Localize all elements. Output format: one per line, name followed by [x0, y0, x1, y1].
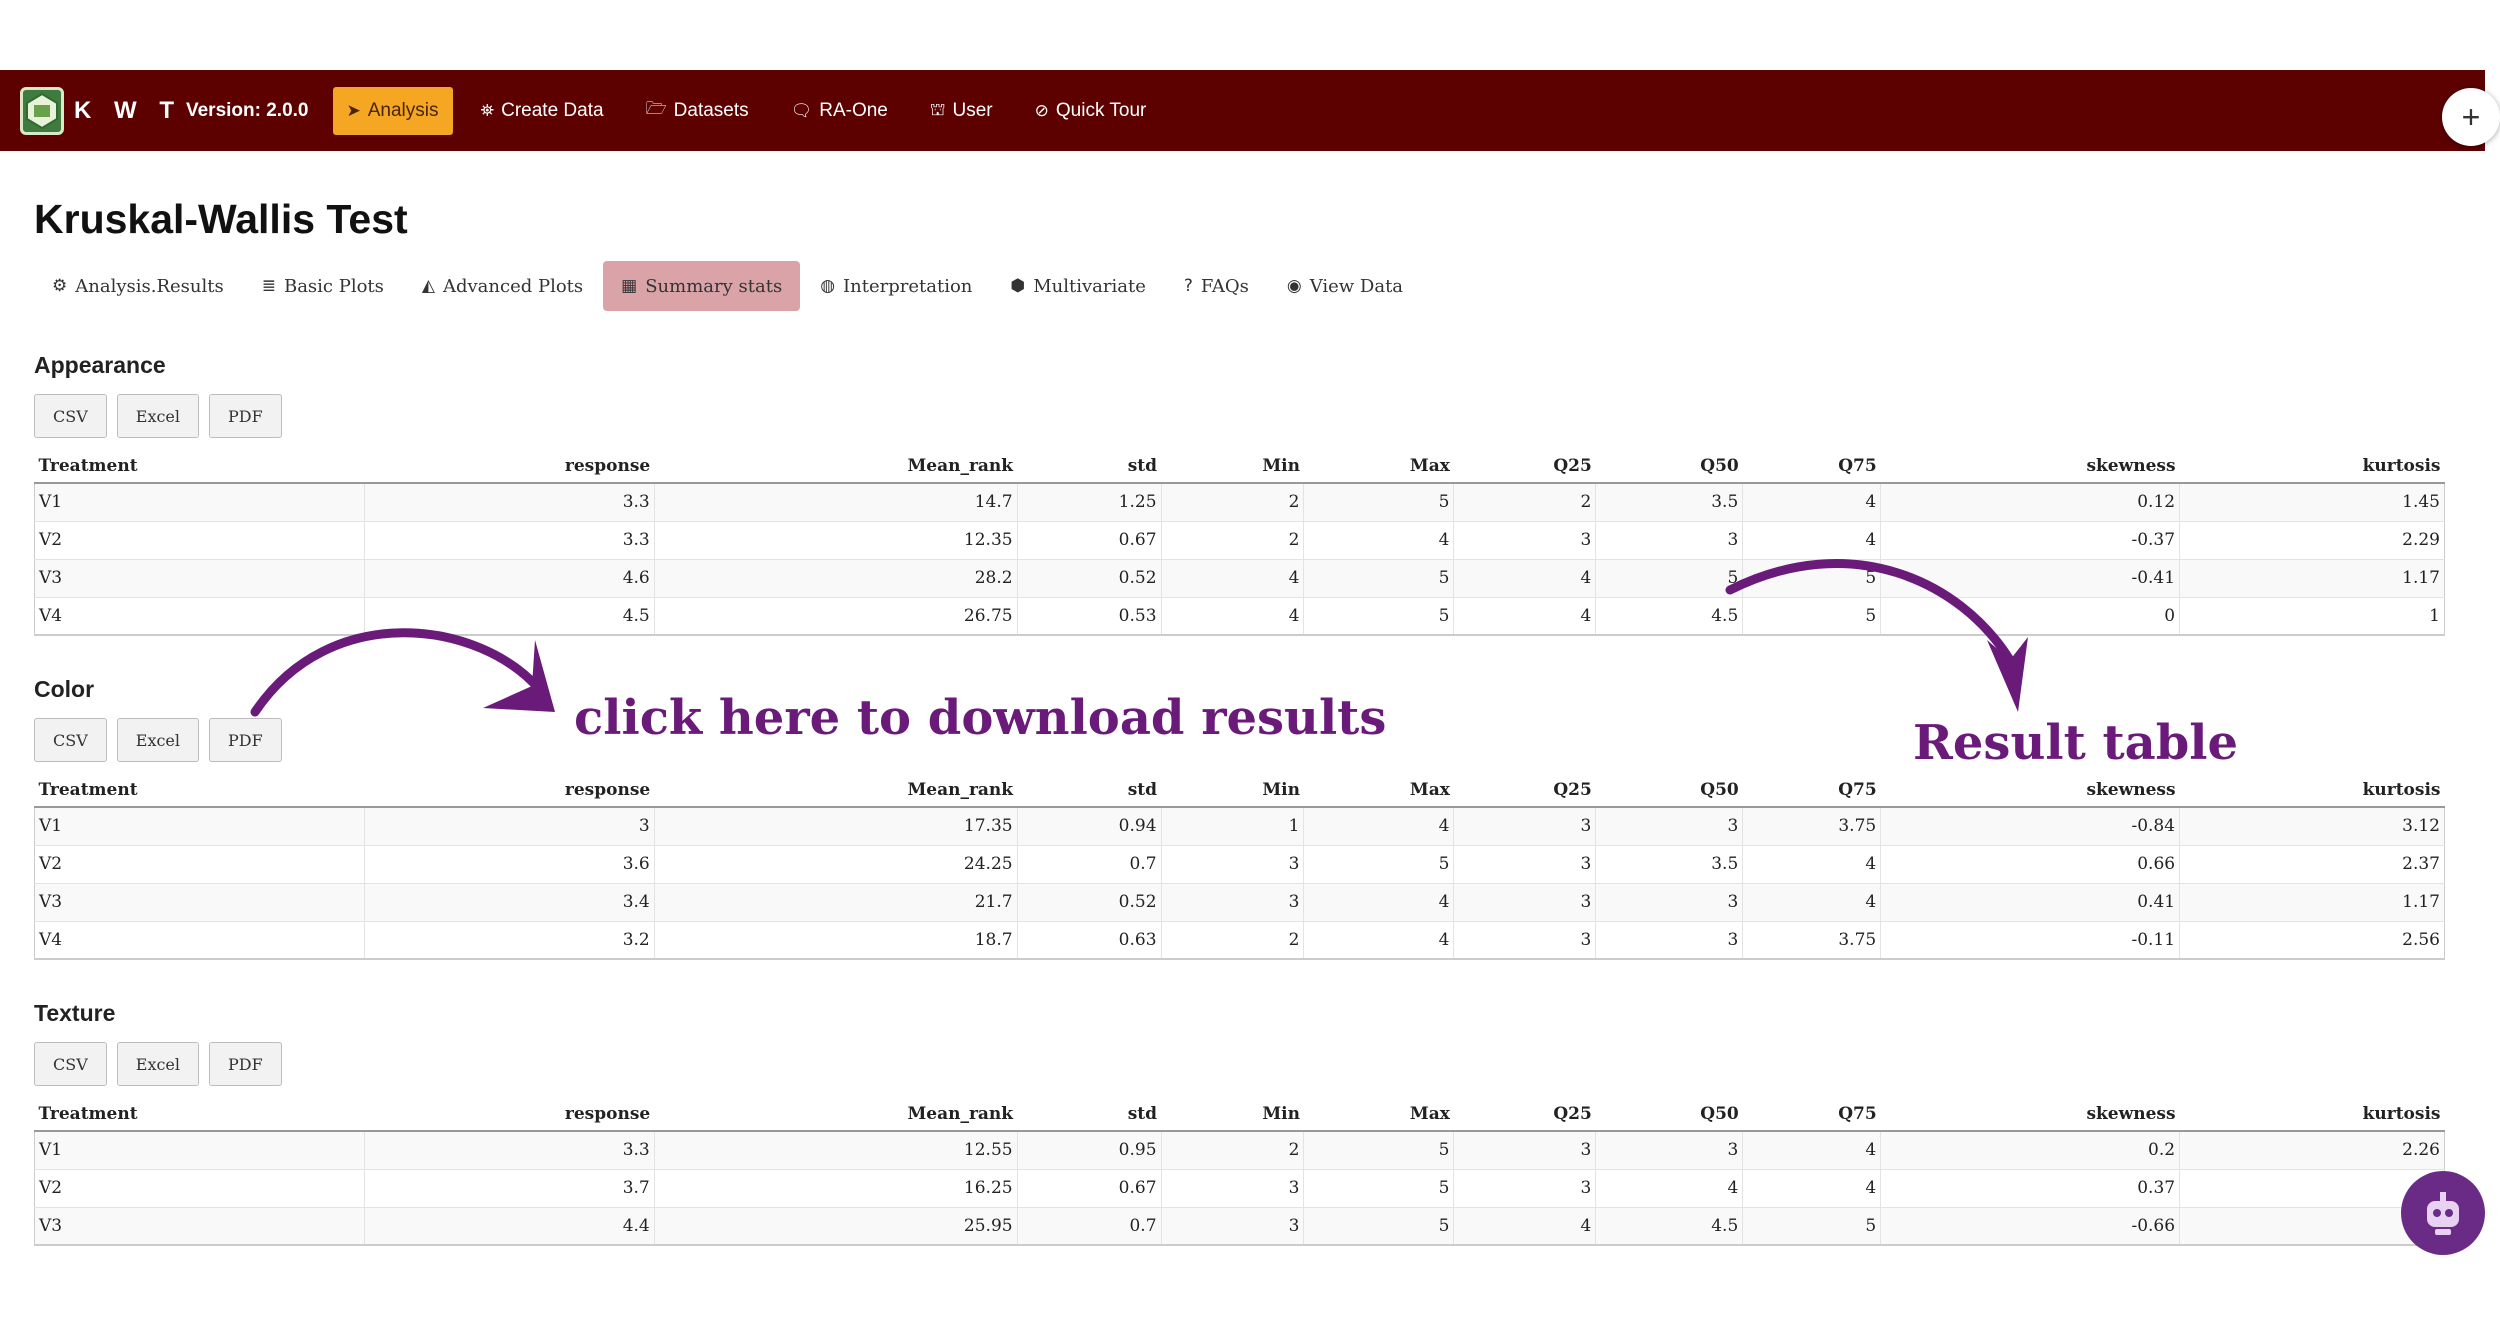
page-bottom [0, 1253, 2500, 1321]
robot-icon [2427, 1192, 2459, 1235]
download-arrow-icon [250, 628, 545, 717]
result-arrow-icon [1725, 559, 2015, 665]
result-table-annotation: Result table [1913, 715, 2239, 771]
download-annotation: click here to download results [574, 690, 1387, 746]
chatbot-button[interactable] [2401, 1171, 2485, 1255]
annotation-arrows [250, 559, 2028, 717]
